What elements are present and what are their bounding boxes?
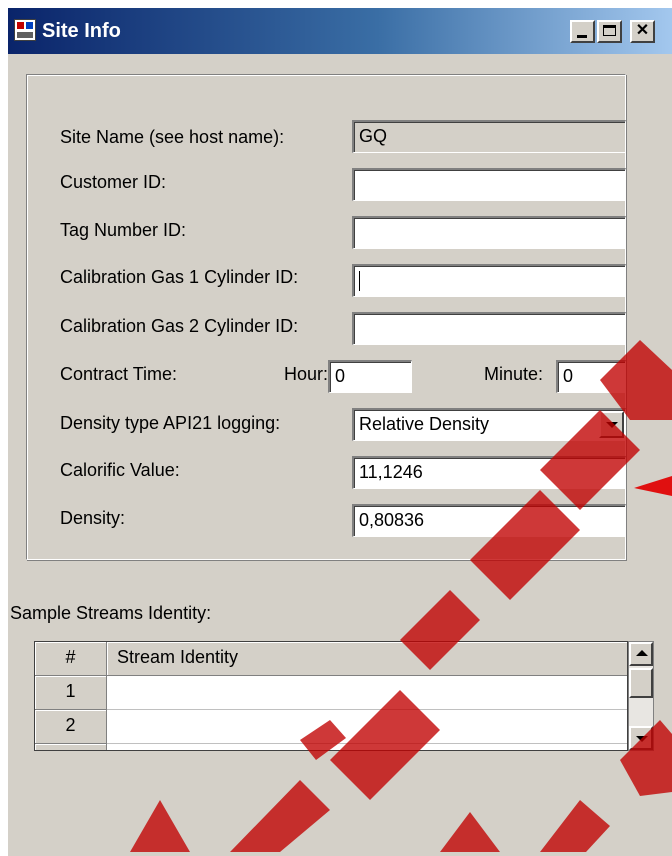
density-label: Density: [60, 508, 126, 528]
hour-label: Hour: [284, 364, 329, 384]
grid-row-number[interactable]: 1 [35, 676, 107, 710]
site-info-app-icon[interactable] [14, 19, 36, 41]
calorific-field[interactable]: 11,1246 [352, 456, 626, 489]
grid-header-stream-identity[interactable]: Stream Identity [107, 642, 627, 676]
density-field[interactable]: 0,80836 [352, 504, 626, 537]
grid-row-number[interactable]: 3 [35, 744, 107, 750]
arrow-down-icon [636, 736, 648, 742]
cal-gas1-label: Calibration Gas 1 Cylinder ID: [60, 267, 299, 287]
grid-cell-stream-identity[interactable] [107, 676, 627, 710]
grid-cell-stream-identity[interactable] [107, 744, 627, 750]
minimize-button[interactable] [570, 20, 595, 43]
customer-id-field[interactable] [352, 168, 626, 201]
scroll-down-button[interactable] [629, 726, 653, 750]
minute-label: Minute: [484, 364, 544, 384]
cal-gas1-field[interactable] [352, 264, 626, 297]
grid-row-number[interactable]: 2 [35, 710, 107, 744]
sample-streams-grid[interactable]: # Stream Identity 1 2 3 [34, 641, 628, 751]
grid-vertical-scrollbar[interactable] [628, 641, 654, 751]
close-icon: ✕ [635, 22, 650, 39]
calorific-label: Calorific Value: [60, 460, 180, 480]
sample-streams-label: Sample Streams Identity: [10, 603, 212, 623]
tag-number-field[interactable] [352, 216, 626, 249]
arrow-up-icon [636, 650, 648, 656]
density-type-label: Density type API21 logging: [60, 413, 281, 433]
customer-id-label: Customer ID: [60, 172, 167, 192]
hour-field[interactable]: 0 [328, 360, 412, 393]
text-caret [359, 271, 360, 292]
grid-header-number[interactable]: # [35, 642, 107, 676]
site-info-window: Site Info ✕ Site Name (see host name): G… [6, 6, 672, 856]
scroll-up-button[interactable] [629, 642, 653, 666]
maximize-button[interactable] [597, 20, 622, 43]
minimize-icon [577, 35, 587, 38]
scroll-thumb[interactable] [629, 668, 653, 698]
cal-gas2-field[interactable] [352, 312, 626, 345]
close-button[interactable]: ✕ [630, 20, 655, 43]
chevron-down-icon [606, 422, 618, 428]
contract-time-label: Contract Time: [60, 364, 178, 384]
site-name-label: Site Name (see host name): [60, 127, 285, 147]
tag-number-label: Tag Number ID: [60, 220, 187, 240]
density-type-select[interactable]: Relative Density [352, 408, 626, 441]
site-name-field: GQ [352, 120, 626, 153]
cal-gas2-label: Calibration Gas 2 Cylinder ID: [60, 316, 299, 336]
grid-cell-stream-identity[interactable] [107, 710, 627, 744]
maximize-icon [603, 25, 616, 36]
minute-field[interactable]: 0 [556, 360, 626, 393]
title-bar[interactable]: Site Info ✕ [8, 8, 672, 54]
density-type-value: Relative Density [359, 414, 490, 434]
window-title: Site Info [42, 20, 121, 42]
density-type-dropdown-button[interactable] [599, 411, 624, 438]
